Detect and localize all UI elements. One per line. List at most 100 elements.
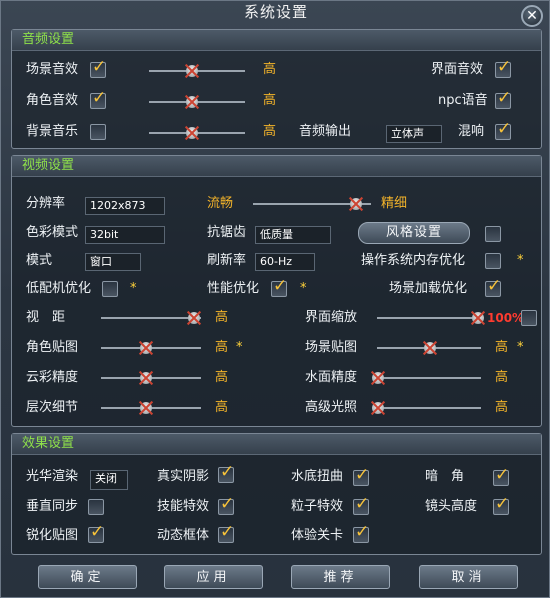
scene-texture-level: 高 [495, 340, 509, 355]
star-mark: * [517, 253, 524, 268]
bg-music-label: 背景音乐 [26, 124, 79, 139]
scene-load-checkbox[interactable]: ✓ [485, 277, 501, 297]
water-quality-label: 水面精度 [305, 370, 358, 385]
quality-high-label: 精细 [381, 196, 408, 211]
perf-label: 性能优化 [207, 281, 260, 296]
skill-fx-checkbox[interactable]: ✓ [218, 495, 234, 515]
mode-select[interactable]: 窗口 [85, 253, 141, 271]
close-icon[interactable]: ✕ [521, 5, 543, 27]
view-distance-label: 视 距 [26, 310, 66, 325]
skill-fx-label: 技能特效 [157, 499, 210, 514]
slider-knob-icon[interactable] [183, 124, 201, 142]
resolution-select[interactable]: 1202x873 [85, 197, 165, 215]
role-sound-checkbox[interactable]: ✓ [90, 89, 106, 109]
slider-knob-icon[interactable] [369, 369, 387, 387]
style-settings-button[interactable]: 风格设置 [358, 222, 470, 244]
slider-knob-icon[interactable] [183, 62, 201, 80]
role-texture-level: 高 [215, 340, 229, 355]
ui-scale-value: 100% [487, 311, 525, 325]
render-label: 光华渲染 [26, 469, 79, 484]
role-texture-label: 角色贴图 [26, 340, 79, 355]
lod-level: 高 [215, 400, 229, 415]
reverb-checkbox[interactable]: ✓ [495, 120, 511, 140]
audio-output-select[interactable]: 立体声 [386, 125, 442, 143]
slider-knob-icon[interactable] [185, 309, 203, 327]
particle-checkbox[interactable]: ✓ [353, 495, 369, 515]
audio-output-label: 音频输出 [299, 124, 352, 139]
scene-sound-checkbox[interactable]: ✓ [90, 58, 106, 78]
ui-sound-checkbox[interactable]: ✓ [495, 58, 511, 78]
advanced-light-level: 高 [495, 400, 509, 415]
slider-knob-icon[interactable] [183, 93, 201, 111]
audio-section-title: 音频设置 [12, 30, 541, 51]
refresh-rate-select[interactable]: 60-Hz [255, 253, 315, 271]
vsync-checkbox[interactable] [88, 499, 104, 515]
quality-low-label: 流畅 [207, 196, 234, 211]
system-settings-window: 系统设置 ✕ 音频设置 场景音效 ✓ 高 界面音效 ✓ 角色音效 ✓ 高 npc… [0, 0, 550, 598]
water-quality-level: 高 [495, 370, 509, 385]
vignette-label: 暗 角 [425, 469, 465, 484]
color-mode-select[interactable]: 32bit [85, 226, 165, 244]
star-mark: * [236, 340, 243, 355]
scene-texture-label: 场景贴图 [305, 340, 358, 355]
refresh-rate-label: 刷新率 [207, 253, 247, 268]
star-mark: * [130, 281, 137, 296]
star-mark: * [300, 281, 307, 296]
npc-voice-checkbox[interactable]: ✓ [495, 89, 511, 109]
reverb-label: 混响 [458, 124, 485, 139]
recommend-button[interactable]: 推荐 [291, 565, 390, 589]
slider-knob-icon[interactable] [137, 369, 155, 387]
role-sound-label: 角色音效 [26, 93, 79, 108]
resolution-label: 分辨率 [26, 196, 66, 211]
sharpen-label: 锐化贴图 [26, 528, 79, 543]
ui-sound-label: 界面音效 [431, 62, 484, 77]
ok-button[interactable]: 确定 [38, 565, 137, 589]
cloud-quality-label: 云彩精度 [26, 370, 79, 385]
vignette-checkbox[interactable]: ✓ [493, 466, 509, 486]
shadow-checkbox[interactable]: ✓ [218, 463, 234, 483]
aa-select[interactable]: 低质量 [255, 226, 331, 244]
advanced-light-label: 高级光照 [305, 400, 358, 415]
lod-label: 层次细节 [26, 400, 79, 415]
apply-button[interactable]: 应用 [164, 565, 263, 589]
color-mode-label: 色彩模式 [26, 225, 79, 240]
slider-knob-icon[interactable] [347, 195, 365, 213]
slider-knob-icon[interactable] [469, 309, 487, 327]
mode-label: 模式 [26, 253, 53, 268]
dynamic-frame-checkbox[interactable]: ✓ [218, 523, 234, 543]
shadow-label: 真实阴影 [157, 469, 210, 484]
camera-height-label: 镜头高度 [425, 499, 478, 514]
low-config-checkbox[interactable] [102, 281, 118, 297]
video-section-title: 视频设置 [12, 156, 541, 177]
aa-label: 抗锯齿 [207, 225, 247, 240]
camera-height-checkbox[interactable]: ✓ [493, 495, 509, 515]
npc-voice-label: npc语音 [438, 93, 488, 108]
cloud-quality-level: 高 [215, 370, 229, 385]
low-config-label: 低配机优化 [26, 281, 92, 296]
scene-sound-label: 场景音效 [26, 62, 79, 77]
window-title: 系统设置 [243, 3, 308, 21]
bg-music-checkbox[interactable] [90, 124, 106, 140]
slider-knob-icon[interactable] [137, 339, 155, 357]
water-distort-checkbox[interactable]: ✓ [353, 466, 369, 486]
ui-scale-slider[interactable] [377, 317, 481, 319]
perf-checkbox[interactable]: ✓ [271, 277, 287, 297]
water-quality-slider[interactable] [377, 377, 481, 379]
ui-scale-checkbox[interactable] [521, 310, 537, 326]
slider-knob-icon[interactable] [369, 399, 387, 417]
ui-scale-label: 界面缩放 [305, 310, 358, 325]
os-memory-label: 操作系统内存优化 [361, 253, 466, 268]
experience-stage-label: 体验关卡 [291, 528, 344, 543]
cancel-button[interactable]: 取消 [419, 565, 518, 589]
sharpen-checkbox[interactable]: ✓ [88, 523, 104, 543]
advanced-light-slider[interactable] [377, 407, 481, 409]
view-distance-level: 高 [215, 310, 229, 325]
slider-knob-icon[interactable] [137, 399, 155, 417]
os-memory-checkbox[interactable] [485, 253, 501, 269]
experience-stage-checkbox[interactable]: ✓ [353, 523, 369, 543]
slider-knob-icon[interactable] [421, 339, 439, 357]
render-select[interactable]: 关闭 [90, 470, 128, 490]
scene-load-label: 场景加载优化 [389, 281, 468, 296]
style-checkbox[interactable] [485, 226, 501, 242]
role-sound-level: 高 [263, 93, 277, 108]
